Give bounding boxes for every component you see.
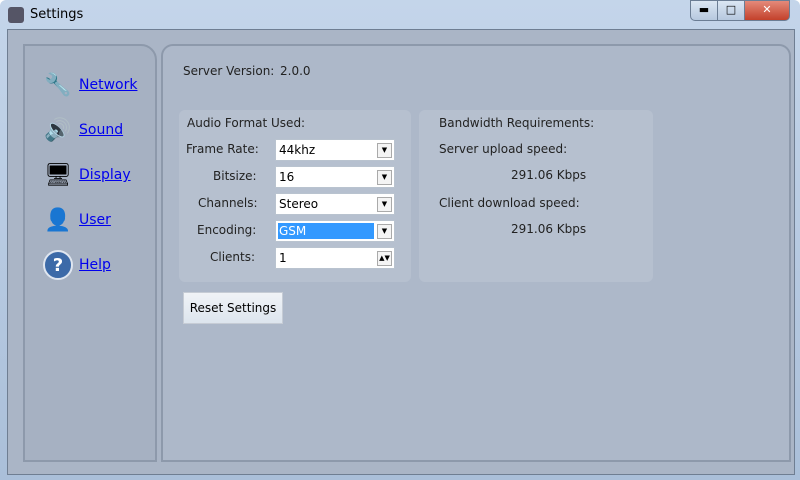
download-speed-label: Client download speed:	[439, 196, 580, 210]
display-link[interactable]: Display	[79, 167, 131, 183]
sidebar-item-help[interactable]: ? Help	[43, 250, 111, 280]
help-icon: ?	[43, 250, 73, 280]
audio-format-title: Audio Format Used:	[187, 116, 306, 130]
chevron-down-icon[interactable]: ▼	[377, 143, 392, 158]
user-link[interactable]: User	[79, 212, 111, 228]
clients-label: Clients:	[210, 250, 256, 264]
spin-arrows-icon[interactable]: ▲▼	[377, 251, 392, 266]
server-version-label: Server Version:	[183, 64, 275, 78]
sidebar-item-sound[interactable]: 🔊 Sound	[43, 115, 123, 145]
sidebar-item-display[interactable]: 🖥 Display	[43, 160, 131, 190]
monitor-icon: 🖥	[44, 162, 72, 188]
app-icon	[8, 7, 24, 23]
chevron-down-icon[interactable]: ▼	[377, 170, 392, 185]
network-link[interactable]: Network	[79, 77, 137, 93]
user-icon: 👤	[44, 207, 72, 233]
frame-rate-select[interactable]: 44khz ▼	[275, 139, 395, 161]
chevron-down-icon[interactable]: ▼	[377, 197, 392, 212]
encoding-select[interactable]: GSM ▼	[275, 220, 395, 242]
bitsize-value: 16	[279, 170, 295, 184]
client-area: 🔧 Network 🔊 Sound 🖥 Display 👤 User ? Help Ser…	[7, 29, 795, 475]
bitsize-select[interactable]: 16 ▼	[275, 166, 395, 188]
sidebar-item-network[interactable]: 🔧 Network	[43, 70, 137, 100]
channels-label: Channels:	[198, 196, 258, 210]
clients-value: 1	[279, 251, 287, 265]
sidebar: 🔧 Network 🔊 Sound 🖥 Display 👤 User ? Help	[23, 44, 157, 462]
settings-panel: Server Version: 2.0.0 Audio Format Used:…	[161, 44, 791, 462]
audio-format-group: Audio Format Used: Frame Rate: 44khz ▼ Bi…	[179, 110, 411, 282]
bandwidth-group: Bandwidth Requirements: Server upload sp…	[419, 110, 653, 282]
upload-speed-label: Server upload speed:	[439, 142, 568, 156]
title-bar: Settings ▬ □ ✕	[0, 0, 800, 30]
encoding-value: GSM	[278, 223, 374, 239]
settings-window: Settings ▬ □ ✕ 🔧 Network 🔊 Sound 🖥 Display …	[0, 0, 800, 480]
sound-link[interactable]: Sound	[79, 122, 123, 138]
close-button[interactable]: ✕	[744, 0, 790, 21]
tools-icon: 🔧	[44, 72, 72, 98]
chevron-down-icon[interactable]: ▼	[377, 224, 392, 239]
upload-speed-value: 291.06 Kbps	[511, 168, 587, 182]
bandwidth-title: Bandwidth Requirements:	[439, 116, 595, 130]
download-speed-value: 291.06 Kbps	[511, 222, 587, 236]
bitsize-label: Bitsize:	[213, 169, 257, 183]
channels-value: Stereo	[279, 197, 319, 211]
speaker-icon: 🔊	[44, 117, 72, 143]
maximize-button[interactable]: □	[717, 0, 745, 21]
window-title: Settings	[30, 7, 84, 22]
help-link[interactable]: Help	[79, 257, 111, 273]
sidebar-item-user[interactable]: 👤 User	[43, 205, 111, 235]
minimize-button[interactable]: ▬	[690, 0, 718, 21]
frame-rate-value: 44khz	[279, 143, 316, 157]
server-version-value: 2.0.0	[280, 64, 311, 78]
channels-select[interactable]: Stereo ▼	[275, 193, 395, 215]
encoding-label: Encoding:	[197, 223, 257, 237]
clients-spinner[interactable]: 1 ▲▼	[275, 247, 395, 269]
reset-settings-button[interactable]: Reset Settings	[183, 292, 283, 324]
frame-rate-label: Frame Rate:	[186, 142, 259, 156]
